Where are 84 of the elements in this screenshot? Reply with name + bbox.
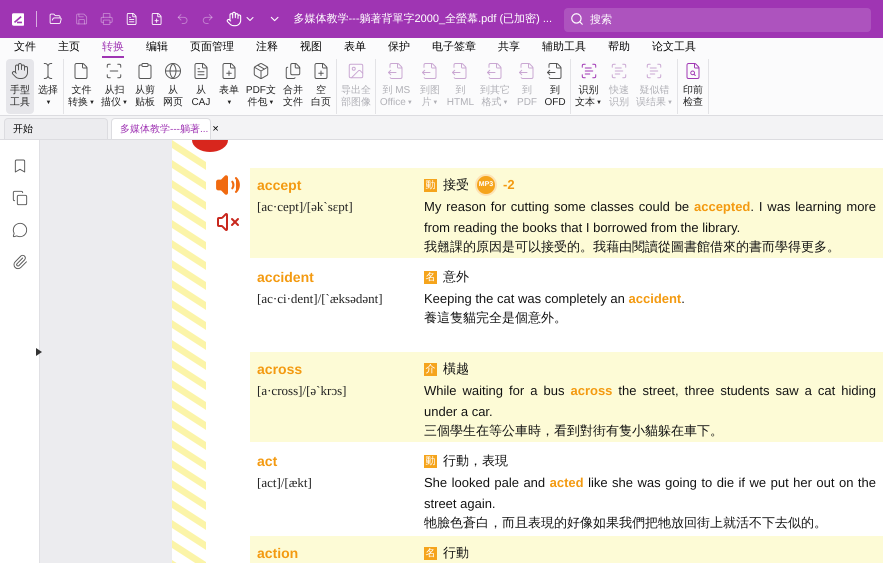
translation: 牠臉色蒼白，而且表現的好像如果我們把牠放回街上就活不下去似的。 [424, 514, 828, 532]
menu-tab[interactable]: 表单 [344, 38, 366, 58]
document-check-icon [684, 62, 702, 80]
ribbon-button[interactable]: 从 CAJ [186, 59, 215, 114]
meaning: 行動 [443, 544, 469, 562]
menu-tab[interactable]: 主页 [58, 38, 80, 58]
hand-icon [11, 62, 29, 80]
entry-word: across [257, 360, 304, 378]
menu-tab[interactable]: 帮助 [608, 38, 630, 58]
document-tab[interactable]: 开始 [4, 118, 108, 139]
example-sentence: Keeping the cat was completely an accident. [424, 290, 686, 308]
window-title: 多媒体教学---躺著背單字2000_全螢幕.pdf (已加密) ... [294, 12, 552, 27]
part-of-speech-tag: 動 [424, 454, 437, 468]
example-sentence: My reason for cutting some classes could be accepted. I was learning more from reading the books that I borrowed from the library. [424, 198, 876, 237]
entry-word: accept [257, 176, 302, 194]
attachment-icon[interactable] [12, 254, 28, 270]
mute-speaker-icon[interactable] [216, 210, 240, 234]
menu-tab[interactable]: 编辑 [146, 38, 168, 58]
ribbon-button[interactable]: 手型 工具 [6, 59, 34, 114]
translation: 三個學生在等公車時，看到對街有隻小貓躲在車下。 [424, 422, 724, 440]
audio-count: -2 [503, 176, 515, 194]
ribbon-button[interactable]: 合并 文件 [278, 59, 307, 114]
new-page-icon [312, 62, 330, 80]
menu-tab[interactable]: 辅助工具 [542, 38, 586, 58]
pages-icon[interactable] [12, 190, 28, 206]
merge-documents-icon [284, 62, 302, 80]
pronunciation: [ac·ci·dent]/[`æksədənt] [257, 290, 384, 308]
part-of-speech-tag: 介 [424, 362, 437, 376]
expand-arrow-icon[interactable] [36, 348, 42, 356]
ribbon-button[interactable]: 到 OFD [541, 59, 570, 114]
open-folder-icon[interactable] [49, 11, 63, 27]
export-document-icon [451, 62, 470, 80]
menu-tab[interactable]: 页面管理 [190, 38, 234, 58]
comment-icon[interactable] [12, 222, 28, 238]
ribbon-button[interactable]: 从剪 贴板 [130, 59, 159, 114]
part-of-speech-tag: 動 [424, 178, 437, 192]
meaning: 橫越 [443, 360, 469, 378]
close-tab-button[interactable]: × [212, 120, 219, 138]
document-icon[interactable] [125, 11, 138, 27]
menu-tab[interactable]: 共享 [498, 38, 520, 58]
example-sentence: She looked pale and acted like she was going to die if we put her out on the street again. [424, 474, 876, 513]
clipboard-icon [136, 62, 154, 80]
entry-word: act [257, 452, 278, 470]
export-document-icon [387, 62, 406, 80]
translation: 我翹課的原因是可以接受的。我藉由閱讀從圖書館借來的書而學得更多。 [424, 238, 841, 256]
menu-tab[interactable]: 视图 [300, 38, 322, 58]
ocr-icon [645, 62, 664, 80]
menu-tab[interactable]: 注释 [256, 38, 278, 58]
export-document-icon [518, 62, 536, 80]
image-icon [346, 62, 365, 80]
part-of-speech-tag: 名 [424, 546, 437, 560]
ribbon-button[interactable]: 空 白页 [306, 59, 335, 114]
export-document-icon [420, 62, 439, 80]
new-document-icon[interactable] [150, 11, 164, 27]
meaning: 接受 [443, 176, 469, 194]
export-document-icon [486, 62, 504, 80]
scanner-icon [105, 62, 124, 80]
part-of-speech-tag: 名 [424, 270, 437, 284]
document-icon [72, 62, 90, 80]
meaning: 行動，表現 [443, 452, 508, 470]
menu-tab[interactable]: 电子签章 [432, 38, 476, 58]
speaker-icon[interactable] [215, 172, 241, 198]
translation: 養這隻貓完全是個意外。 [424, 309, 568, 327]
package-icon [252, 62, 270, 80]
ribbon-button[interactable]: 从 网页 [158, 59, 187, 114]
app-logo-icon [12, 12, 24, 26]
search-icon [570, 12, 584, 26]
pronunciation: [act]/[ækt] [257, 474, 313, 492]
entry-word: action [257, 544, 300, 562]
menu-tab[interactable]: 转换 [102, 38, 124, 58]
menu-tab[interactable]: 论文工具 [652, 38, 696, 58]
hand-icon[interactable] [226, 11, 242, 27]
pronunciation: [a·cross]/[ə`krɔs] [257, 382, 348, 400]
document-icon [192, 62, 210, 80]
menu-tab[interactable]: 文件 [14, 38, 36, 58]
ocr-icon [610, 62, 628, 80]
meaning: 意外 [443, 268, 469, 286]
ribbon-button[interactable]: 印前 检查 [678, 59, 707, 114]
example-sentence: While waiting for a bus across the street, three students saw a cat hiding under a car. [424, 382, 876, 421]
export-document-icon [546, 62, 564, 80]
ocr-icon [580, 62, 598, 80]
pronunciation: [ac·cept]/[ək`sɛpt] [257, 198, 354, 216]
entry-word: accident [257, 268, 315, 286]
menu-tab[interactable]: 保护 [388, 38, 410, 58]
